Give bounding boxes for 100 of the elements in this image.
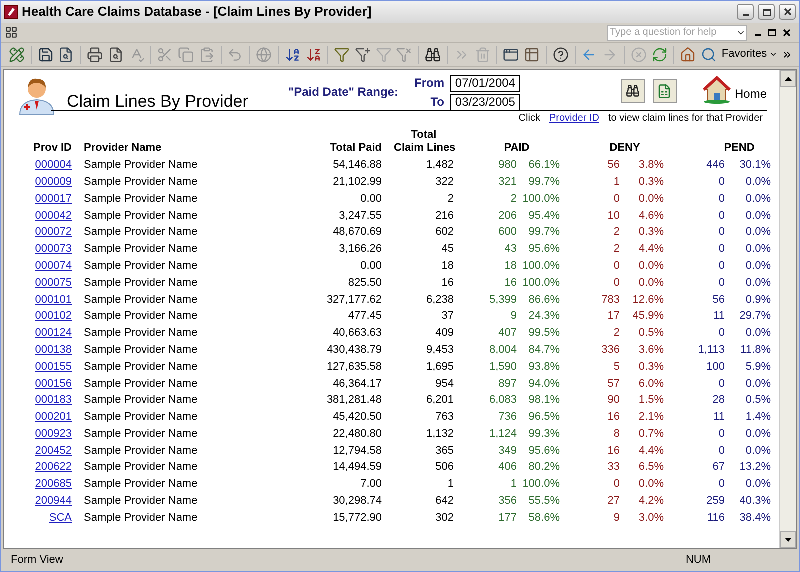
table-cell-text: 0.0%: [744, 326, 771, 342]
hint-text: to view claim lines for that Provider: [608, 112, 763, 126]
table-cell-text: 0.0%: [744, 276, 771, 291]
spreadsheet-icon: [657, 84, 672, 98]
table-cell-text: 38.4%: [738, 510, 771, 526]
provider-id-link[interactable]: 000075: [4, 274, 72, 292]
mdi-controls-drawing[interactable]: [755, 28, 791, 36]
table-cell-text: 100.0%: [522, 192, 560, 207]
table-cell-text: 0.0%: [744, 426, 771, 442]
table-cell-text: 349: [498, 444, 517, 459]
table-cell-text: 0: [718, 192, 725, 207]
table-cell-text: 10: [606, 208, 620, 224]
provider-id-link[interactable]: 000004: [4, 157, 72, 174]
table-cell-text: 0.0%: [744, 376, 771, 392]
minimize-button[interactable]: [737, 4, 754, 20]
table-cell-text: 94.0%: [528, 376, 560, 392]
provider-name-cell-text: Sample Provider Name: [83, 258, 199, 274]
excel-button[interactable]: [652, 79, 677, 103]
table-cell-text: 100.0%: [522, 258, 560, 274]
close-button[interactable]: [779, 4, 796, 20]
table-cell-text: 2: [612, 242, 620, 258]
column-header: DENY: [608, 142, 642, 155]
date-label: To: [430, 94, 444, 111]
provider-id-link[interactable]: 000183: [4, 392, 72, 409]
provider-id-link[interactable]: 000009: [4, 174, 72, 190]
help-field[interactable]: Type a question for help: [607, 24, 747, 40]
table-cell-text: 127,635.58: [326, 360, 382, 375]
table-cell-text: 99.5%: [528, 326, 560, 342]
table-cell-text: 407: [498, 326, 517, 342]
scroll-down-icon[interactable]: [784, 538, 792, 542]
provider-name-cell-text: Sample Provider Name: [83, 242, 199, 258]
table-cell-text: 58.6%: [528, 510, 560, 526]
table-cell-text: 29.7%: [738, 309, 771, 324]
table-cell-text: 55.5%: [528, 494, 560, 510]
provider-id-link[interactable]: 000042: [4, 208, 72, 224]
find-button[interactable]: [620, 79, 645, 103]
home-label[interactable]: Home: [734, 85, 767, 103]
provider-id-link[interactable]: 000124: [4, 325, 72, 342]
table-cell-text: 0: [612, 276, 620, 291]
form-icon[interactable]: [5, 26, 18, 39]
table-cell-text: 2: [510, 192, 517, 207]
table-cell-text: 24.3%: [528, 309, 560, 324]
status-text: Form View: [11, 552, 64, 568]
provider-name-cell-text: Sample Provider Name: [83, 292, 199, 308]
table-cell-text: 45.9%: [632, 309, 664, 324]
table-cell-text: 0.00: [360, 258, 382, 274]
table-cell-text: 825.50: [347, 276, 382, 291]
date-field[interactable]: 07/01/2004: [450, 74, 520, 92]
favorites-menu[interactable]: Favorites: [720, 46, 780, 63]
provider-id-link[interactable]: 200452: [4, 442, 72, 460]
table-cell-text: 0: [718, 477, 725, 492]
provider-id-link[interactable]: 000074: [4, 258, 72, 274]
table-cell-text: 0.5%: [638, 326, 664, 342]
table-cell-text: 17: [606, 309, 620, 324]
table-cell-text: 4.4%: [638, 444, 664, 459]
provider-id-link[interactable]: 000155: [4, 358, 72, 376]
table-cell-text: 0.5%: [744, 393, 771, 408]
table-cell-text: 56: [606, 158, 620, 174]
table-cell-text: 0: [612, 192, 620, 207]
table-cell-text: 54,146.88: [332, 158, 382, 174]
table-cell-text: 8: [612, 426, 620, 442]
provider-name-cell-text: Sample Provider Name: [83, 174, 199, 190]
provider-id-link[interactable]: 000201: [4, 409, 72, 426]
provider-name-cell-text: Sample Provider Name: [83, 276, 199, 291]
provider-id-link[interactable]: 000072: [4, 224, 72, 241]
provider-id-link[interactable]: 200944: [4, 493, 72, 510]
provider-id-link[interactable]: 000101: [4, 292, 72, 308]
house-icon[interactable]: [702, 76, 731, 104]
table-cell-text: 356: [498, 494, 517, 510]
provider-id-link[interactable]: 200622: [4, 459, 72, 476]
scroll-up-icon[interactable]: [784, 76, 792, 80]
provider-id-link[interactable]: 000102: [4, 308, 72, 325]
provider-id-link[interactable]: 000923: [4, 426, 72, 442]
table-cell-text: 327,177.62: [326, 292, 382, 308]
provider-id-link[interactable]: 000073: [4, 241, 72, 258]
table-cell-text: 0.0%: [744, 444, 771, 459]
provider-id-link[interactable]: 000156: [4, 376, 72, 392]
table-cell-text: 3.8%: [638, 158, 664, 174]
table-cell-text: 6,201: [425, 393, 454, 408]
scrollbar[interactable]: [779, 70, 796, 548]
table-cell-text: 1,695: [425, 360, 454, 375]
date-field[interactable]: 03/23/2005: [450, 94, 520, 110]
provider-id-link[interactable]: 000017: [4, 190, 72, 208]
maximize-button[interactable]: [758, 4, 775, 20]
provider-name-cell-text: Sample Provider Name: [83, 192, 199, 207]
table-cell-text: 18: [440, 258, 454, 274]
table-cell-text: 95.4%: [528, 208, 560, 224]
table-cell-text: 30,298.74: [332, 494, 382, 510]
table-cell-text: 0.0%: [744, 258, 771, 274]
provider-id-link[interactable]: 200685: [4, 476, 72, 493]
provider-name-cell-text: Sample Provider Name: [83, 494, 199, 510]
column-header: Prov ID: [32, 142, 72, 155]
provider-id-link[interactable]: 000138: [4, 342, 72, 358]
provider-id-link[interactable]: Provider ID: [549, 110, 600, 126]
hint-text: Click: [518, 112, 540, 126]
app-icon: [4, 5, 18, 19]
provider-id-link[interactable]: SCA: [4, 510, 72, 526]
table-cell-text: 5: [612, 360, 620, 375]
table-cell-text: 365: [434, 444, 454, 459]
table-cell-text: 46,364.17: [332, 376, 382, 392]
